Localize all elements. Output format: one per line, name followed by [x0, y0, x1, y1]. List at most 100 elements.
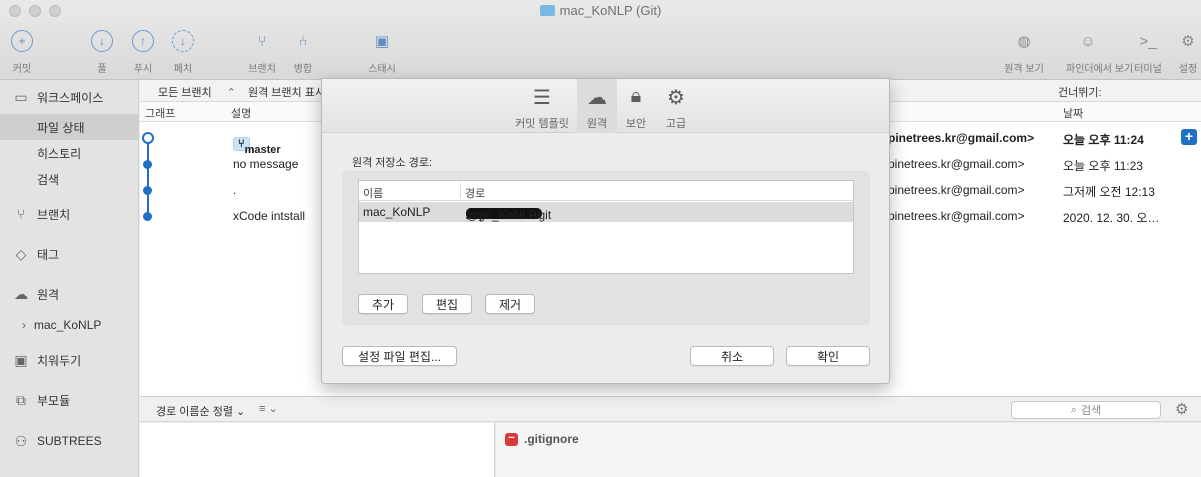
remove-remote-button[interactable]: 제거: [485, 294, 535, 314]
tab-security[interactable]: 🔒︎ 보안: [618, 79, 654, 133]
chevron-down-icon: ⌄: [268, 403, 278, 415]
remote-view-button[interactable]: ◍ 원격 보기: [1002, 30, 1046, 75]
commit-author: pinetrees.kr@gmail.com>: [888, 209, 1025, 223]
terminal-icon: >_: [1139, 32, 1157, 50]
chevron-down-icon: ⌄: [236, 406, 246, 418]
tab-commit-template[interactable]: ☰ 커밋 템플릿: [512, 79, 572, 133]
sidebar-remotes[interactable]: ☁ 원격: [0, 281, 139, 307]
edit-config-file-button[interactable]: 설정 파일 편집...: [342, 346, 457, 366]
commit-date: 그저께 오전 12:13: [1063, 185, 1155, 199]
toolbar: mac_KoNLP (Git) + 커밋 ↓ 풀 ↑ 푸시 ↓ 페치 ⑂ 브랜치 ⑃ 병합 …: [0, 0, 1201, 80]
arrow-up-icon: ↑: [132, 30, 154, 52]
settings-tabs: ☰ 커밋 템플릿 ☁ 원격 🔒︎ 보안 ⚙ 고급: [322, 79, 889, 133]
finder-view-button[interactable]: ☺ 파인더에서 보기: [1066, 30, 1133, 76]
repository-settings-dialog: ☰ 커밋 템플릿 ☁ 원격 🔒︎ 보안 ⚙ 고급 원격 저장소 경로: 이름 경로 ma…: [321, 78, 890, 384]
stash-icon: ▣: [374, 33, 390, 50]
gear-icon: ⚙: [1181, 33, 1195, 50]
add-button[interactable]: +: [1181, 129, 1197, 145]
cloud-icon: ☁: [587, 87, 607, 109]
commit-author: pinetrees.kr@gmail.com>: [888, 157, 1025, 171]
tab-advanced[interactable]: ⚙ 고급: [658, 79, 694, 133]
file-toolbar: 경로 이름순 정렬 ⌄ ≡ ⌄ ⌕ 검색 ⚙: [140, 396, 1201, 422]
table-header: 이름 경로: [359, 181, 853, 201]
branch-icon: ⑂: [16, 206, 26, 222]
globe-icon: ◍: [1017, 33, 1031, 50]
fetch-button[interactable]: ↓ 페치: [161, 30, 205, 75]
search-input[interactable]: ⌕ 검색: [1011, 401, 1161, 419]
merge-icon: ⑃: [298, 32, 308, 50]
branch-button[interactable]: ⑂ 브랜치: [240, 30, 284, 76]
commit-message: no message: [233, 157, 299, 171]
folder-icon: [539, 5, 555, 16]
settings-button[interactable]: ⚙ 설정: [1166, 30, 1201, 75]
table-row[interactable]: mac_KoNLP https://@github.com//mac_KoNLP…: [359, 202, 853, 222]
name-column-header[interactable]: 이름: [363, 185, 383, 201]
sidebar: ▭ 워크스페이스 파일 상태 히스토리 검색 ⑂ 브랜치 ◇ 태그 ☁ 원격 › mac_…: [0, 80, 139, 477]
edit-remote-button[interactable]: 편집: [422, 294, 472, 314]
gear-icon: ⚙: [667, 87, 685, 109]
ok-button[interactable]: 확인: [786, 346, 870, 366]
commit-message: .: [233, 183, 237, 197]
stash-icon: ▣: [14, 351, 28, 368]
branch-filter-select[interactable]: 모든 브랜치 ⌃: [158, 84, 236, 100]
monitor-icon: ▭: [14, 88, 28, 105]
sidebar-subtrees[interactable]: ⚇ SUBTREES: [0, 428, 139, 454]
stash-button[interactable]: ▣ 스태시: [360, 30, 404, 75]
fetch-icon: ↓: [172, 30, 194, 52]
chevron-right-icon: ›: [22, 318, 26, 332]
list-view-select[interactable]: ≡ ⌄: [259, 402, 278, 415]
commit-date: 2020. 12. 30. 오…: [1063, 211, 1160, 225]
tag-icon: ◇: [15, 245, 27, 262]
path-column-header[interactable]: 경로: [465, 185, 485, 201]
commit-date: 오늘 오후 11:24: [1063, 133, 1144, 147]
pull-button[interactable]: ↓ 풀: [80, 30, 124, 75]
document-icon: ☰: [533, 87, 551, 109]
sidebar-stashes[interactable]: ▣ 치워두기: [0, 347, 139, 373]
section-label: 원격 저장소 경로:: [352, 157, 433, 169]
tab-remote[interactable]: ☁ 원격: [577, 79, 617, 133]
show-remote-branches-toggle[interactable]: 원격 브랜치 표시: [248, 84, 325, 100]
merge-button[interactable]: ⑃ 병합: [281, 30, 325, 76]
list-icon: ≡: [259, 403, 266, 415]
file-list: [140, 423, 495, 477]
gear-icon[interactable]: ⚙: [1175, 400, 1188, 418]
sidebar-workspace[interactable]: ▭ 워크스페이스: [0, 84, 139, 110]
sidebar-item-remote[interactable]: › mac_KoNLP: [0, 312, 139, 338]
cancel-button[interactable]: 취소: [690, 346, 774, 366]
finder-icon: ☺: [1080, 32, 1096, 50]
terminal-button[interactable]: >_ 터미널: [1126, 30, 1170, 76]
list-item[interactable]: − .gitignore: [505, 432, 579, 446]
commit-date: 오늘 오후 11:23: [1063, 159, 1143, 173]
description-column-header[interactable]: 설명: [231, 105, 251, 121]
push-button[interactable]: ↑ 푸시: [121, 30, 165, 75]
lock-icon: 🔒︎: [630, 85, 642, 107]
remote-name: mac_KoNLP: [363, 205, 431, 219]
sort-select[interactable]: 경로 이름순 정렬 ⌄: [156, 403, 245, 419]
branch-tag: ⑂ m: [233, 137, 254, 156]
commit-message: xCode intstall: [233, 209, 306, 223]
commit-button[interactable]: + 커밋: [0, 30, 44, 75]
graph-column-header[interactable]: 그래프: [145, 105, 175, 121]
submodule-icon: ⧉: [16, 391, 26, 408]
cloud-icon: ☁: [14, 285, 28, 302]
sidebar-item-search[interactable]: 검색: [0, 166, 139, 192]
sidebar-item-file-status[interactable]: 파일 상태: [0, 114, 139, 140]
branch-icon: ⑂: [257, 32, 267, 50]
window-title: mac_KoNLP (Git): [0, 3, 1201, 18]
sidebar-submodules[interactable]: ⧉ 부모듈: [0, 387, 139, 413]
search-icon: ⌕: [1070, 403, 1077, 416]
commit-author: pinetrees.kr@gmail.com>: [888, 183, 1025, 197]
subtree-icon: ⚇: [14, 432, 28, 449]
sidebar-tags[interactable]: ◇ 태그: [0, 241, 139, 267]
arrow-down-icon: ↓: [91, 30, 113, 52]
commit-author: pinetrees.kr@gmail.com>: [888, 131, 1035, 145]
removed-file-icon: −: [505, 432, 518, 446]
select-caret-icon: ⌃: [226, 87, 236, 99]
sidebar-branches[interactable]: ⑂ 브랜치: [0, 201, 139, 227]
skip-label: 건너뛰기:: [1058, 87, 1102, 99]
diff-panel: − .gitignore: [496, 423, 1201, 477]
remote-table: 이름 경로 mac_KoNLP https://@github.com//mac…: [358, 180, 854, 274]
add-remote-button[interactable]: 추가: [358, 294, 408, 314]
sidebar-item-history[interactable]: 히스토리: [0, 140, 139, 166]
date-column-header[interactable]: 날짜: [1063, 105, 1083, 121]
